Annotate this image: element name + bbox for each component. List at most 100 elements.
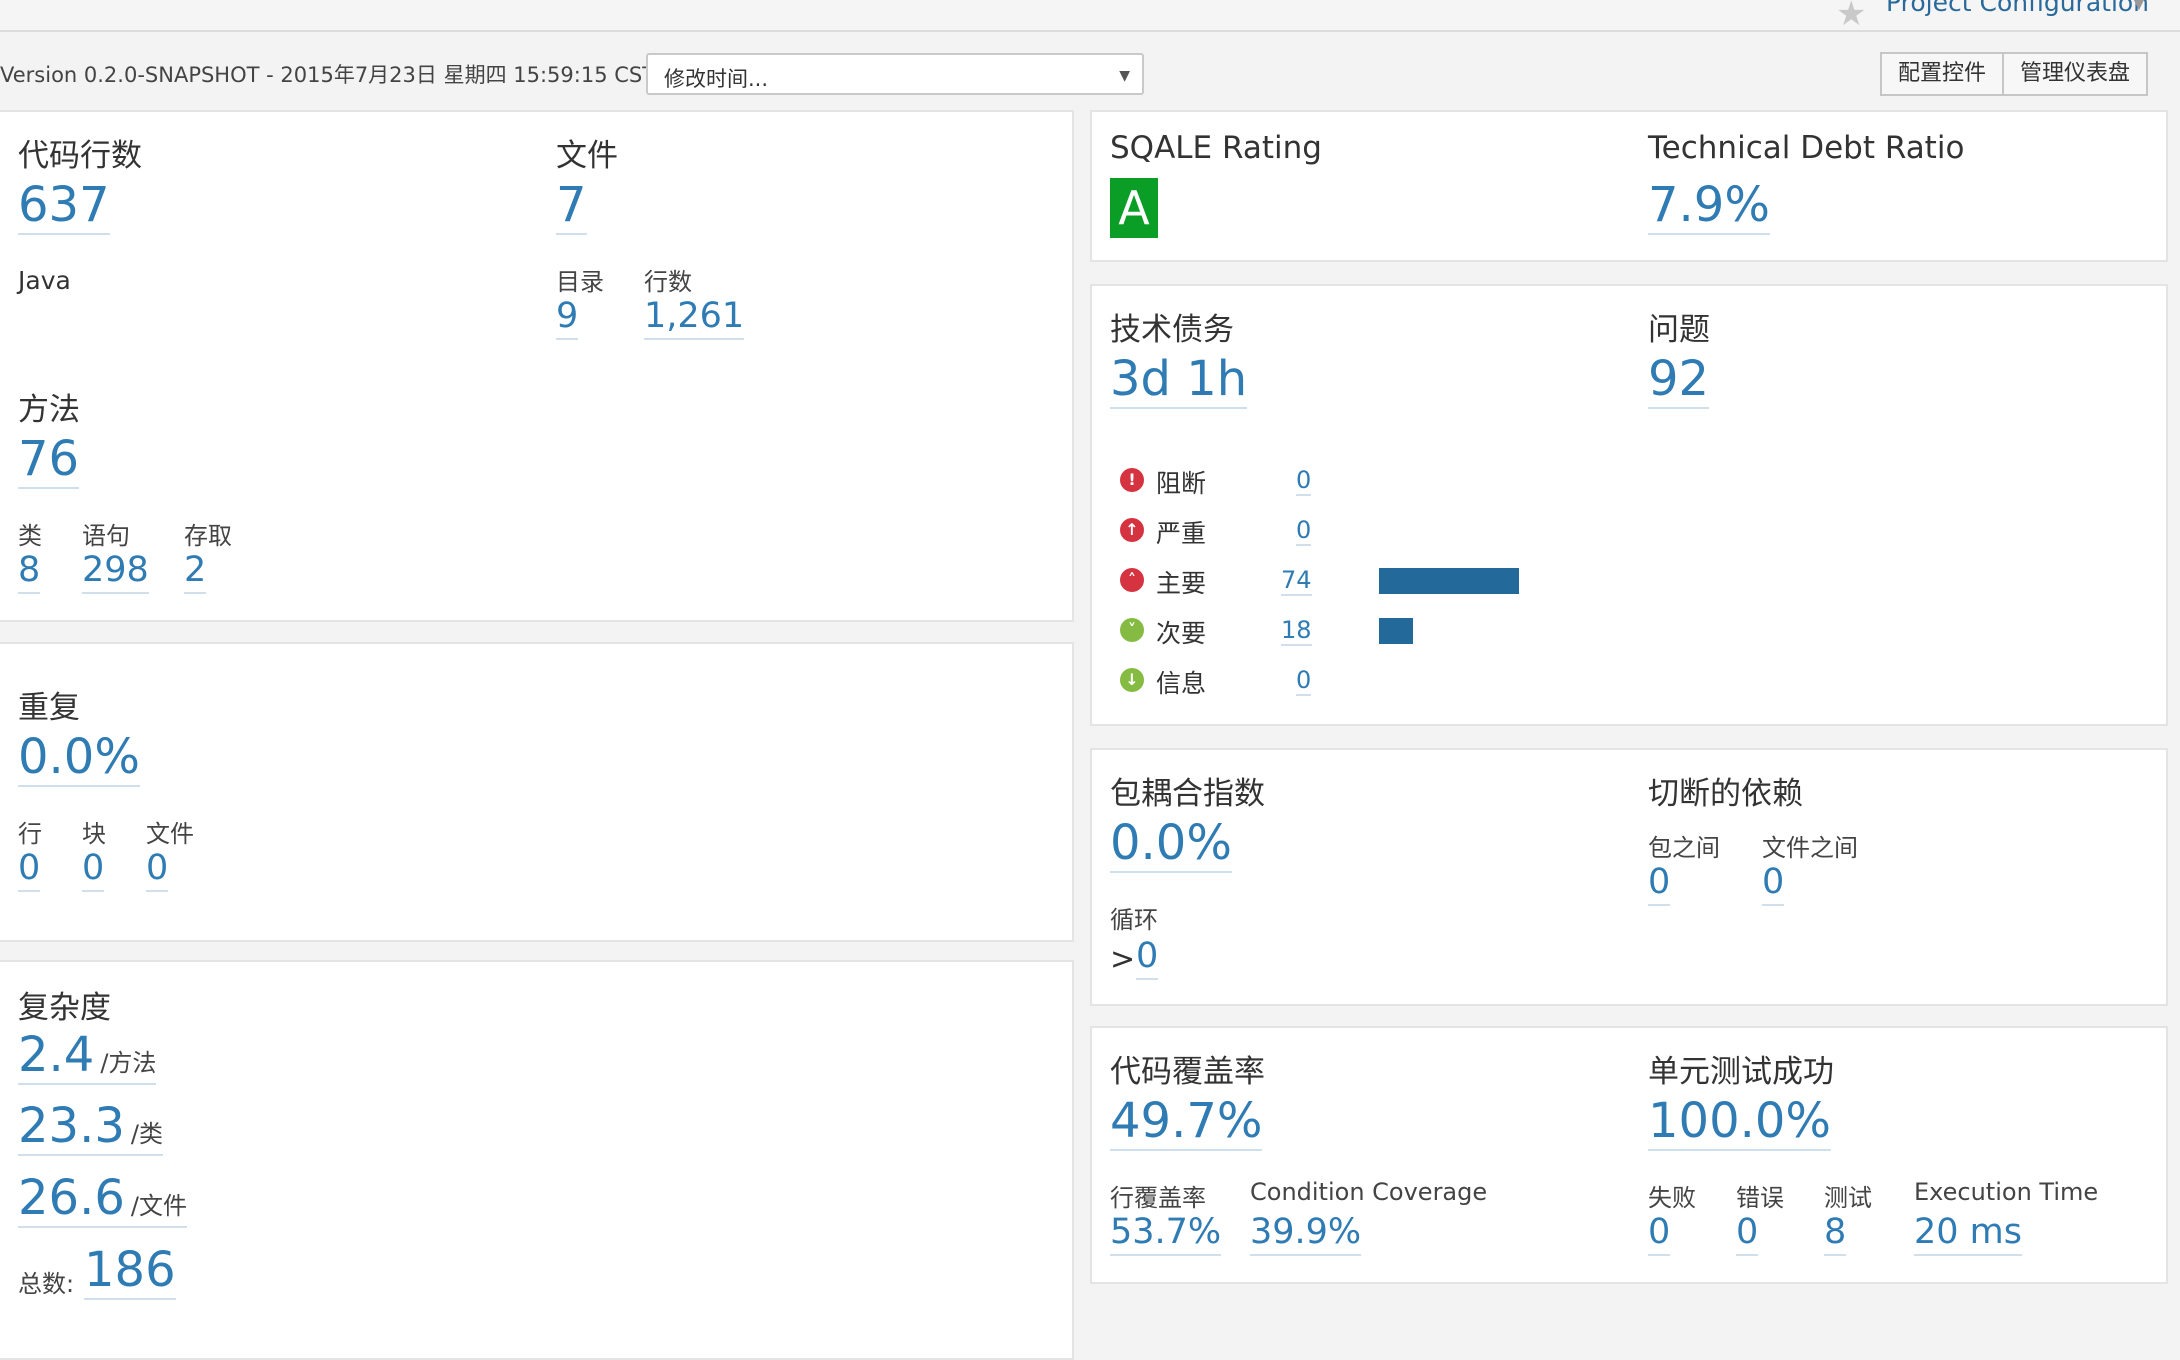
severity-bar-minor	[1379, 618, 1413, 644]
test-success-value[interactable]: 100.0%	[1648, 1096, 1832, 1152]
statements-label: 语句	[82, 522, 130, 550]
cycles-value[interactable]: 0	[1136, 938, 1159, 980]
issues-label: 问题	[1648, 312, 1710, 348]
severity-label: 次要	[1156, 619, 1207, 648]
classes-label: 类	[18, 522, 42, 550]
between-packages-value[interactable]: 0	[1648, 864, 1671, 906]
critical-icon: ↑	[1120, 518, 1144, 542]
complexity-total-label: 总数:	[18, 1270, 75, 1298]
classes-value[interactable]: 8	[18, 552, 41, 594]
lines-value[interactable]: 637	[18, 180, 110, 236]
debt-ratio-value[interactable]: 7.9%	[1648, 180, 1770, 236]
per-file-unit: /文件	[130, 1192, 187, 1220]
duplication-value[interactable]: 0.0%	[18, 732, 140, 788]
cycles-prefix: >	[1110, 942, 1136, 977]
accessors-label: 存取	[184, 522, 232, 550]
severity-label: 严重	[1156, 519, 1207, 548]
tangle-label: 包耦合指数	[1110, 776, 1265, 812]
complexity-per-class-value[interactable]: 23.3	[18, 1098, 125, 1154]
manage-dashboards-button[interactable]: 管理仪表盘	[2004, 52, 2149, 96]
failures-label: 失败	[1648, 1184, 1696, 1212]
complexity-per-method: 2.4/方法	[18, 1027, 157, 1086]
debt-ratio-label: Technical Debt Ratio	[1648, 130, 1965, 166]
tangle-value[interactable]: 0.0%	[1110, 818, 1232, 874]
errors-label: 错误	[1736, 1184, 1784, 1212]
failures-value[interactable]: 0	[1648, 1214, 1671, 1256]
tests-value[interactable]: 8	[1824, 1214, 1847, 1256]
select-value: 修改时间...	[664, 67, 769, 91]
severity-label: 信息	[1156, 669, 1207, 698]
dropdown-arrow-icon: ▼	[1119, 68, 1130, 84]
project-configuration-link[interactable]: Project Configuration	[1886, 0, 2149, 17]
condition-coverage-value[interactable]: 39.9%	[1250, 1214, 1362, 1256]
dup-files-label: 文件	[146, 820, 194, 848]
accessors-value[interactable]: 2	[184, 552, 207, 594]
coverage-label: 代码覆盖率	[1110, 1054, 1265, 1090]
configure-widgets-button[interactable]: 配置控件	[1880, 52, 2005, 96]
line-coverage-value[interactable]: 53.7%	[1110, 1214, 1222, 1256]
severity-count-critical[interactable]: 0	[1296, 516, 1312, 546]
language-label: Java	[18, 266, 71, 295]
test-success-label: 单元测试成功	[1648, 1054, 1834, 1090]
rows-label: 行数	[644, 268, 692, 296]
tests-label: 测试	[1824, 1184, 1872, 1212]
severity-count-major[interactable]: 74	[1281, 566, 1312, 596]
version-text: Version 0.2.0-SNAPSHOT - 2015年7月23日 星期四 …	[0, 63, 656, 87]
execution-time-label: Execution Time	[1914, 1178, 2099, 1206]
errors-value[interactable]: 0	[1736, 1214, 1759, 1256]
severity-count-blocker[interactable]: 0	[1296, 466, 1312, 496]
between-files-value[interactable]: 0	[1762, 864, 1785, 906]
chevron-down-icon[interactable]: ▼	[2132, 0, 2146, 13]
dashboard-button-group: 配置控件 管理仪表盘	[1880, 52, 2149, 96]
severity-count-minor[interactable]: 18	[1281, 616, 1312, 646]
debt-issues-panel	[1090, 284, 2168, 726]
rows-value[interactable]: 1,261	[644, 298, 745, 340]
size-panel	[0, 110, 1074, 622]
complexity-total-value[interactable]: 186	[84, 1245, 176, 1301]
blocker-icon: !	[1120, 468, 1144, 492]
duplication-panel	[0, 642, 1074, 942]
directories-value[interactable]: 9	[556, 298, 579, 340]
dup-blocks-label: 块	[82, 820, 106, 848]
lines-label: 代码行数	[18, 138, 142, 174]
sqale-rating-badge[interactable]: A	[1110, 178, 1158, 238]
execution-time-value[interactable]: 20 ms	[1914, 1214, 2022, 1256]
tech-debt-label: 技术债务	[1110, 312, 1234, 348]
directories-label: 目录	[556, 268, 604, 296]
per-class-unit: /类	[130, 1120, 163, 1148]
top-strip: ★ Project Configuration ▼	[0, 0, 2180, 34]
compare-period-select[interactable]: 修改时间... ▼	[646, 53, 1144, 95]
severity-count-info[interactable]: 0	[1296, 666, 1312, 696]
between-files-label: 文件之间	[1762, 834, 1858, 862]
issues-value[interactable]: 92	[1648, 354, 1710, 410]
duplication-label: 重复	[18, 690, 80, 726]
tech-debt-value[interactable]: 3d 1h	[1110, 354, 1248, 410]
severity-label: 主要	[1156, 569, 1207, 598]
severity-bar-major	[1379, 568, 1519, 594]
major-icon: ˄	[1120, 568, 1144, 592]
dup-lines-label: 行	[18, 820, 42, 848]
minor-icon: ˅	[1120, 618, 1144, 642]
coverage-value[interactable]: 49.7%	[1110, 1096, 1263, 1152]
per-method-unit: /方法	[100, 1049, 157, 1077]
complexity-label: 复杂度	[18, 990, 111, 1026]
files-value[interactable]: 7	[556, 180, 587, 236]
files-label: 文件	[556, 138, 618, 174]
complexity-per-class: 23.3/类	[18, 1098, 163, 1157]
complexity-per-file: 26.6/文件	[18, 1170, 187, 1229]
complexity-per-method-value[interactable]: 2.4	[18, 1027, 94, 1083]
dup-blocks-value[interactable]: 0	[82, 850, 105, 892]
cuts-label: 切断的依赖	[1648, 776, 1803, 812]
cycles-label: 循环	[1110, 906, 1158, 934]
dup-lines-value[interactable]: 0	[18, 850, 41, 892]
info-icon: ↓	[1120, 668, 1144, 692]
dup-files-value[interactable]: 0	[146, 850, 169, 892]
sqale-rating-label: SQALE Rating	[1110, 130, 1322, 166]
between-packages-label: 包之间	[1648, 834, 1720, 862]
complexity-per-file-value[interactable]: 26.6	[18, 1170, 125, 1226]
favorite-star-icon[interactable]: ★	[1836, 0, 1866, 34]
condition-coverage-label: Condition Coverage	[1250, 1178, 1488, 1206]
methods-value[interactable]: 76	[18, 434, 80, 490]
statements-value[interactable]: 298	[82, 552, 149, 594]
methods-label: 方法	[18, 392, 80, 428]
